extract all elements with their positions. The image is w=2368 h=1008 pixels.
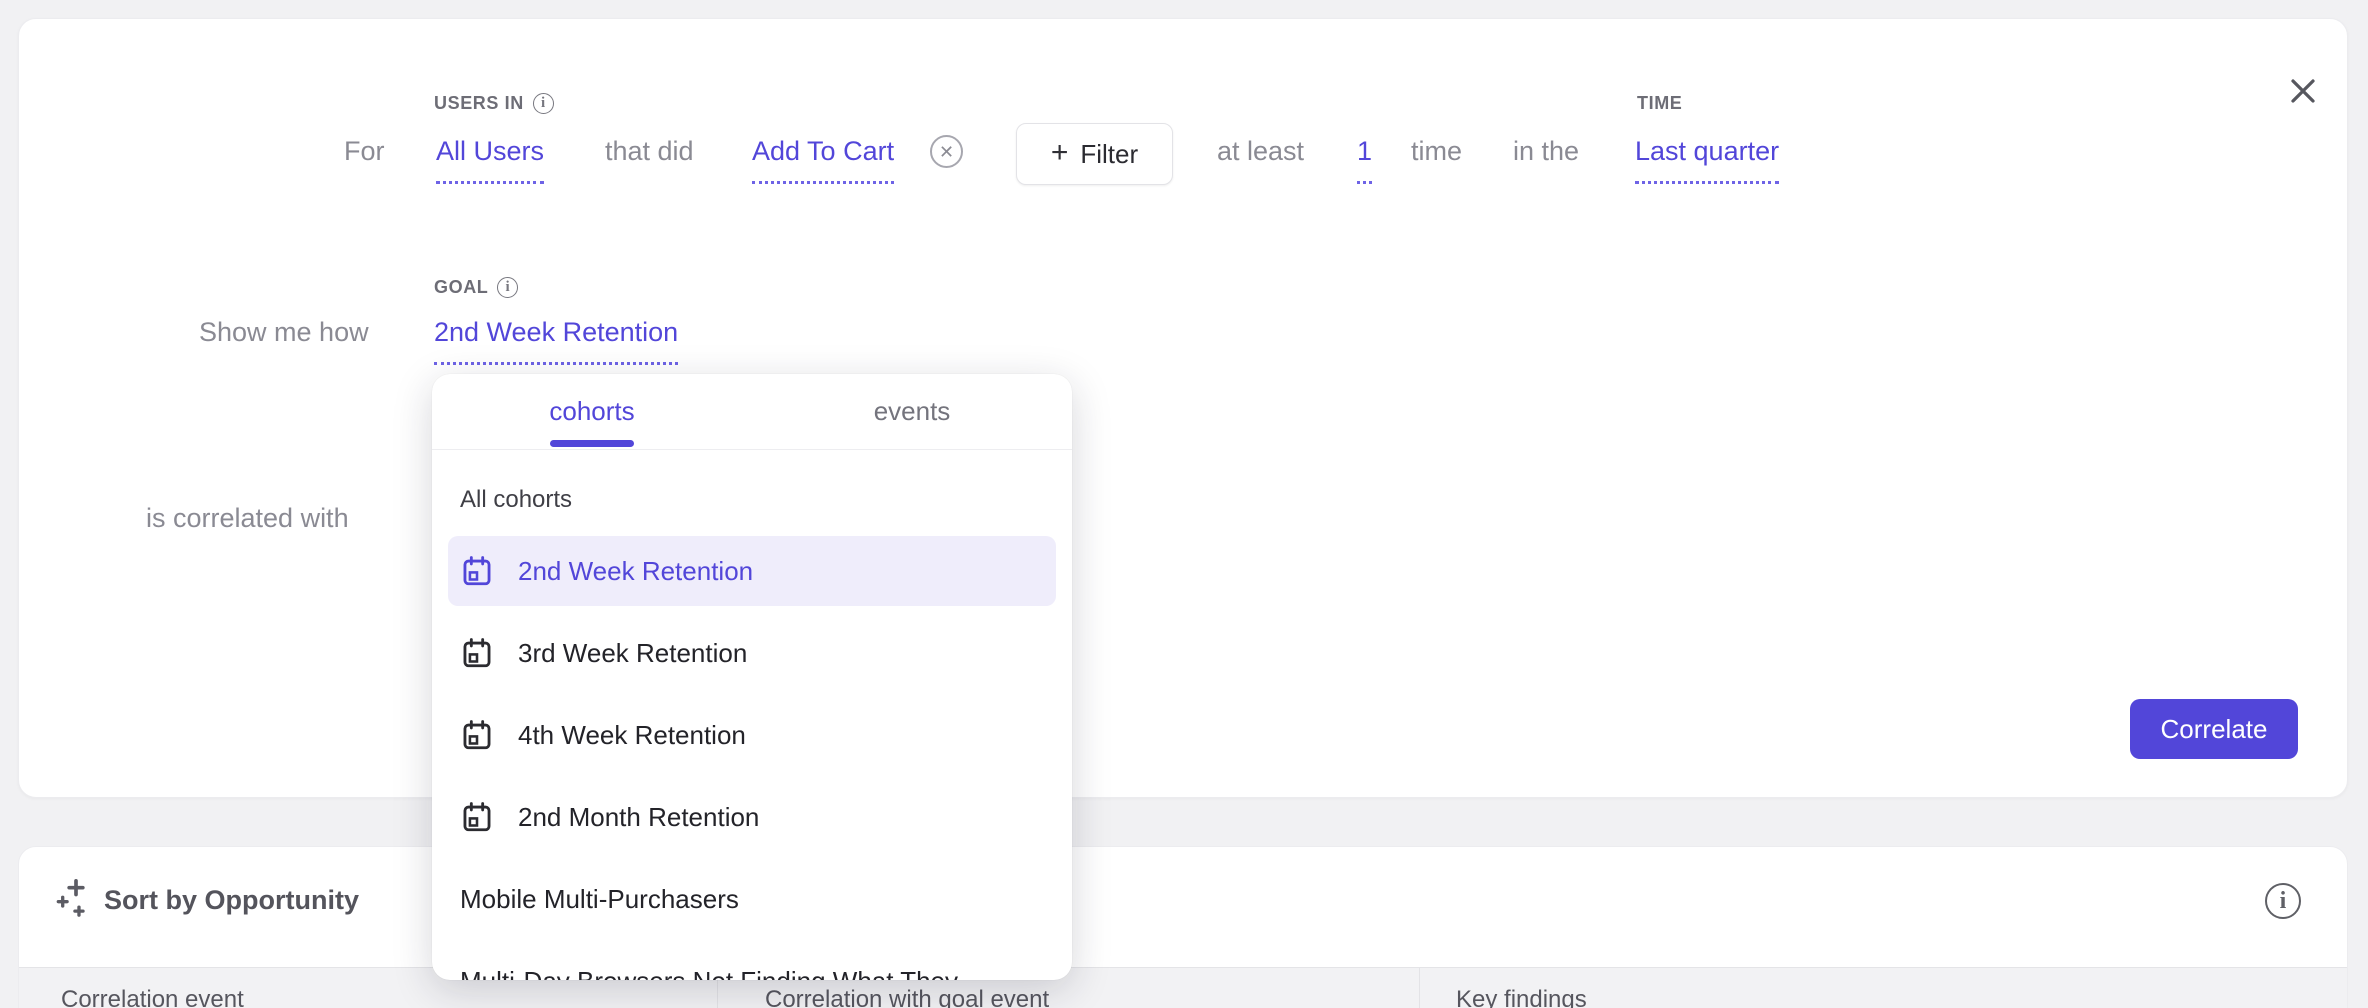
column-header-correlation-event: Correlation event xyxy=(61,986,244,1008)
cohort-section-header: All cohorts xyxy=(460,486,572,514)
calendar-icon xyxy=(460,718,494,752)
filter-button-label: Filter xyxy=(1080,139,1138,170)
list-item-multi-day-browsers[interactable]: Multi-Day Browsers Not Finding What They xyxy=(448,946,1056,980)
goal-dropdown-panel: cohorts events All cohorts 2nd Week Rete… xyxy=(432,374,1072,980)
calendar-icon xyxy=(460,554,494,588)
time-word: time xyxy=(1411,134,1462,168)
users-in-label: USERS IN i xyxy=(434,93,554,114)
goal-selector[interactable]: 2nd Week Retention xyxy=(434,315,678,365)
tab-events-label: events xyxy=(874,396,951,427)
cohort-list: 2nd Week Retention 3rd Week Retention 4t… xyxy=(432,536,1072,980)
show-me-how-word: Show me how xyxy=(199,315,369,349)
remove-event-icon[interactable]: ✕ xyxy=(930,135,963,168)
info-icon[interactable]: i xyxy=(533,93,554,114)
that-did-word: that did xyxy=(605,134,694,168)
list-item-label: 2nd Month Retention xyxy=(518,802,759,833)
time-range-selector[interactable]: Last quarter xyxy=(1635,134,1779,184)
time-label-text: TIME xyxy=(1637,93,1682,114)
list-item-label: 4th Week Retention xyxy=(518,720,746,751)
event-selector[interactable]: Add To Cart xyxy=(752,134,894,184)
time-label: TIME xyxy=(1637,93,1682,114)
calendar-icon xyxy=(460,800,494,834)
correlation-query-card: USERS IN i TIME For All Users that did A… xyxy=(18,18,2348,798)
for-word: For xyxy=(344,134,385,168)
goal-label: GOAL i xyxy=(434,277,518,298)
in-the-word: in the xyxy=(1513,134,1579,168)
close-icon xyxy=(2288,76,2318,106)
users-in-label-text: USERS IN xyxy=(434,93,524,114)
list-item-label: Multi-Day Browsers Not Finding What They xyxy=(460,966,958,981)
tab-events[interactable]: events xyxy=(752,374,1072,449)
results-table-header-row: Correlation event Correlation with goal … xyxy=(19,967,2347,1008)
is-correlated-with-word: is correlated with xyxy=(146,501,349,535)
list-item-3rd-week-retention[interactable]: 3rd Week Retention xyxy=(448,618,1056,688)
column-header-correlation-with-goal-event: Correlation with goal event xyxy=(765,986,1049,1008)
info-icon: i xyxy=(2265,883,2301,919)
list-item-mobile-multi-purchasers[interactable]: Mobile Multi-Purchasers xyxy=(448,864,1056,934)
cohort-selector[interactable]: All Users xyxy=(436,134,544,184)
list-item-label: 2nd Week Retention xyxy=(518,556,753,587)
count-selector[interactable]: 1 xyxy=(1357,134,1372,184)
list-item-4th-week-retention[interactable]: 4th Week Retention xyxy=(448,700,1056,770)
active-tab-indicator xyxy=(550,440,634,447)
goal-label-text: GOAL xyxy=(434,277,488,298)
dropdown-tab-bar: cohorts events xyxy=(432,374,1072,450)
close-button[interactable] xyxy=(2271,59,2335,123)
column-header-key-findings: Key findings xyxy=(1456,986,1587,1008)
correlate-button[interactable]: Correlate xyxy=(2130,699,2298,759)
info-icon[interactable]: i xyxy=(497,277,518,298)
list-item-2nd-week-retention[interactable]: 2nd Week Retention xyxy=(448,536,1056,606)
results-card: Sort by Opportunity i Correlation event … xyxy=(18,846,2348,1008)
list-item-2nd-month-retention[interactable]: 2nd Month Retention xyxy=(448,782,1056,852)
at-least-word: at least xyxy=(1217,134,1304,168)
calendar-icon xyxy=(460,636,494,670)
add-filter-button[interactable]: + Filter xyxy=(1016,123,1173,185)
opportunity-sparkles-icon xyxy=(55,877,97,919)
tab-cohorts-label: cohorts xyxy=(549,396,634,427)
sort-by-opportunity-button[interactable]: Sort by Opportunity xyxy=(104,885,359,916)
list-item-label: Mobile Multi-Purchasers xyxy=(460,884,739,915)
list-item-label: 3rd Week Retention xyxy=(518,638,747,669)
tab-cohorts[interactable]: cohorts xyxy=(432,374,752,449)
info-button[interactable]: i xyxy=(2263,881,2303,921)
plus-icon: + xyxy=(1051,138,1069,168)
column-divider xyxy=(1419,968,1420,1008)
